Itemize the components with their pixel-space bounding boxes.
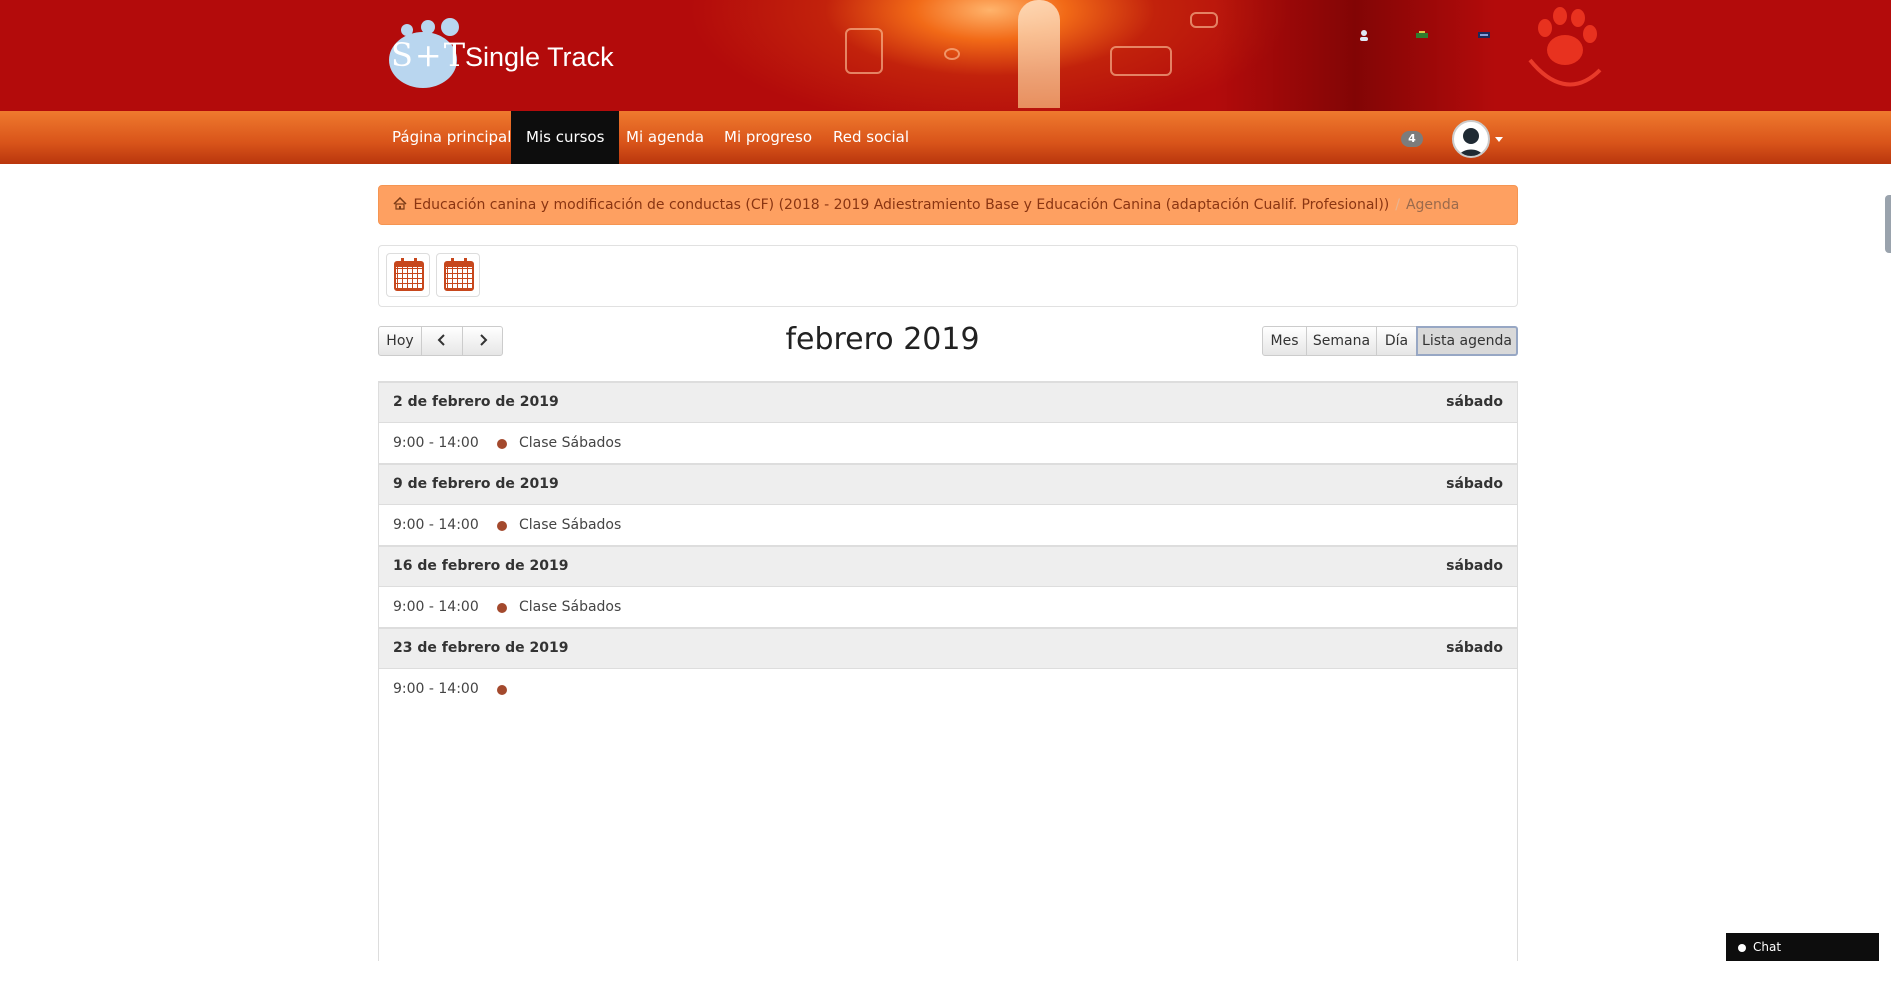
home-icon[interactable] [393,196,411,213]
nav-social-network[interactable]: Red social [818,111,924,164]
settings-icon[interactable] [1476,28,1492,42]
notification-badge[interactable]: 4 [1401,131,1423,147]
user-icon[interactable] [1357,28,1373,42]
calendar-ring [401,258,404,264]
agenda-tools-panel [378,245,1518,307]
event-time: 9:00 - 14:00 [393,435,479,451]
event-color-dot [497,521,507,531]
site-logo[interactable]: S+T Single Track [385,18,645,90]
agenda-list: 2 de febrero de 2019 sábado 9:00 - 14:00… [378,381,1518,961]
breadcrumb: Educación canina y modificación de condu… [378,185,1518,225]
logo-dot [441,18,459,36]
calendar-button[interactable] [436,253,480,297]
device-icon [1190,12,1218,28]
device-icon [944,48,960,60]
prev-button[interactable] [421,326,463,356]
calendar-icon [444,261,474,291]
logo-dot [401,24,413,36]
calendar-icon [394,261,424,291]
event-row[interactable]: 9:00 - 14:00 Clase Sábados [379,587,1517,628]
side-scroll-tab[interactable] [1885,195,1891,253]
view-list-button[interactable]: Lista agenda [1416,326,1518,356]
event-row[interactable]: 9:00 - 14:00 Clase Sábados [379,423,1517,464]
logo-text: Single Track [465,42,614,72]
view-day-button[interactable]: Día [1376,326,1417,356]
event-row[interactable]: 9:00 - 14:00 Clase Sábados [379,505,1517,546]
day-weekday[interactable]: sábado [1446,547,1503,586]
event-time: 9:00 - 14:00 [393,517,479,533]
device-icon [845,28,883,74]
event-title[interactable]: Clase Sábados [519,423,621,463]
status-dot-icon [1738,943,1746,952]
event-color-dot [497,439,507,449]
day-header: 2 de febrero de 2019 sábado [379,382,1517,423]
calendar-ring [464,258,467,264]
chevron-left-icon [437,334,445,346]
event-title[interactable]: Clase Sábados [519,587,621,627]
day-weekday[interactable]: sábado [1446,465,1503,504]
chevron-down-icon[interactable] [1495,137,1503,142]
event-color-dot [497,685,507,695]
header-banner: S+T Single Track [0,0,1891,111]
nav-my-courses[interactable]: Mis cursos [511,111,620,164]
day-header: 23 de febrero de 2019 sábado [379,628,1517,669]
chat-label: Chat (Desconectado) [1738,940,1833,982]
event-title[interactable]: Clase Sábados [519,505,621,545]
day-date[interactable]: 16 de febrero de 2019 [393,547,569,586]
event-row[interactable]: 9:00 - 14:00 [379,669,1517,710]
day-date[interactable]: 23 de febrero de 2019 [393,629,569,668]
logo-dot [421,20,435,34]
day-date[interactable]: 9 de febrero de 2019 [393,465,559,504]
flag-icon[interactable] [1414,28,1430,42]
logo-mark: S+T [391,36,468,74]
day-header: 9 de febrero de 2019 sábado [379,464,1517,505]
view-month-button[interactable]: Mes [1262,326,1307,356]
day-weekday[interactable]: sábado [1446,629,1503,668]
nav-my-progress[interactable]: Mi progreso [709,111,827,164]
finger-graphic [1018,0,1060,108]
calendar-ring [414,258,417,264]
nav-home[interactable]: Página principal [377,111,526,164]
chat-bar[interactable]: Chat (Desconectado) [1726,933,1879,982]
day-header: 16 de febrero de 2019 sábado [379,546,1517,587]
event-color-dot [497,603,507,613]
breadcrumb-separator: / [1395,197,1400,213]
paw-icon [1528,7,1602,87]
next-button[interactable] [462,326,503,356]
calendar-button[interactable] [386,253,430,297]
breadcrumb-current: Agenda [1405,197,1460,213]
device-icon [1110,46,1172,76]
day-date[interactable]: 2 de febrero de 2019 [393,383,559,422]
view-week-button[interactable]: Semana [1306,326,1377,356]
calendar-ring [451,258,454,264]
day-weekday[interactable]: sábado [1446,383,1503,422]
today-button[interactable]: Hoy [378,326,422,356]
avatar[interactable] [1452,120,1490,158]
chevron-right-icon [479,334,487,346]
breadcrumb-course-link[interactable]: Educación canina y modificación de condu… [413,197,1389,213]
nav-my-agenda[interactable]: Mi agenda [611,111,719,164]
main-navbar: Página principal Mis cursos Mi agenda Mi… [0,111,1891,164]
calendar-title: febrero 2019 [785,322,980,357]
event-time: 9:00 - 14:00 [393,599,479,615]
banner-shade [1215,0,1495,111]
event-time: 9:00 - 14:00 [393,681,479,697]
